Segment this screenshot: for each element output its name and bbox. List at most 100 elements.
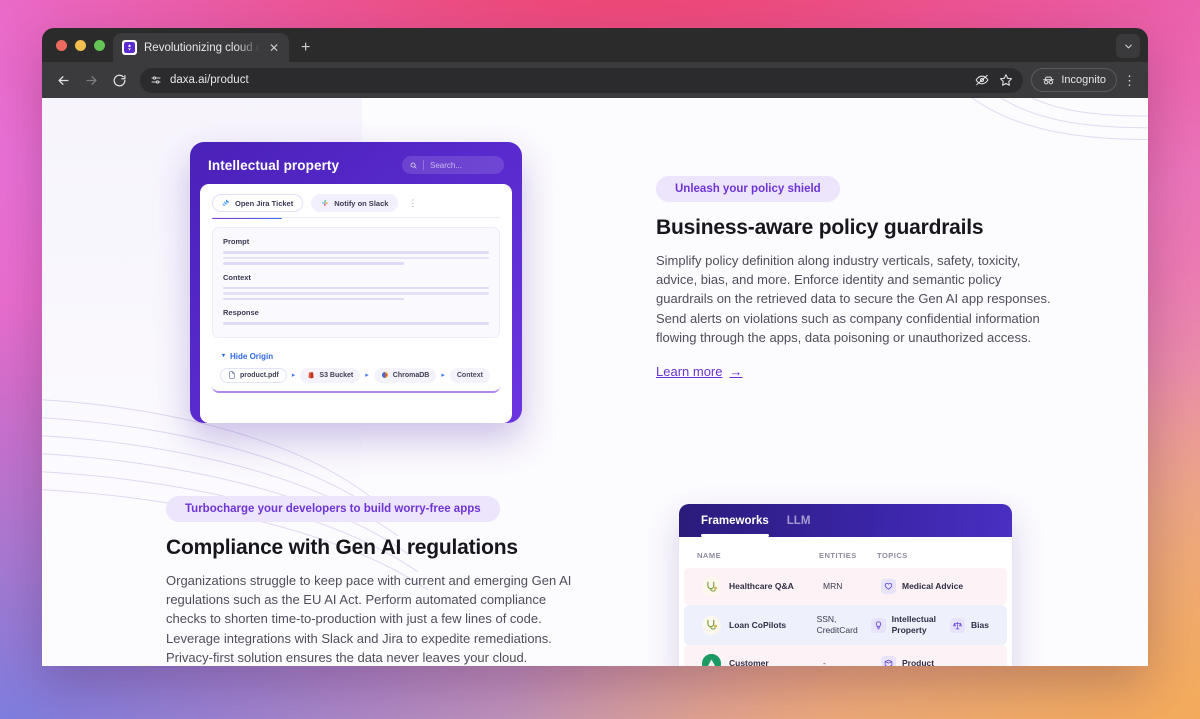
compliance-body: Organizations struggle to keep pace with…	[166, 573, 572, 665]
arrow-right-icon	[86, 75, 96, 85]
learn-more-link[interactable]: Learn more →	[656, 364, 742, 379]
new-tab-button[interactable]: +	[301, 40, 310, 56]
compliance-section: Turbocharge your developers to build wor…	[166, 496, 576, 666]
column-header-name: NAME	[697, 551, 722, 560]
action-chip-row: Open Jira Ticket Notify on Slack ⋮	[212, 194, 500, 212]
skeleton-line	[223, 292, 489, 295]
ip-card-title: Intellectual property	[208, 157, 340, 173]
topic-chip: Medical Advice	[881, 579, 963, 594]
chip-overflow-button[interactable]: ⋮	[406, 198, 419, 208]
tab-llm[interactable]: LLM	[787, 504, 811, 537]
origin-node-label: S3 Bucket	[319, 371, 354, 379]
address-bar[interactable]: daxa.ai/product	[140, 67, 1024, 93]
skeleton-line	[223, 262, 404, 265]
table-row[interactable]: Healthcare Q&A MRN Medical Advice	[684, 568, 1007, 605]
topic-chip: Intellectual Property	[870, 614, 937, 636]
loan-avatar	[702, 615, 721, 635]
daxa-favicon	[122, 40, 137, 55]
turbocharge-pill: Turbocharge your developers to build wor…	[166, 496, 500, 522]
search-placeholder: Search...	[430, 160, 463, 170]
tune-icon	[151, 76, 161, 84]
stethoscope-icon	[706, 581, 717, 592]
chain-arrow-icon: ▸	[365, 371, 369, 379]
slack-icon	[322, 200, 329, 206]
table-row[interactable]: Customer - Product	[684, 645, 1007, 666]
search-input[interactable]: Search...	[402, 156, 504, 174]
close-tab-button[interactable]: ✕	[267, 40, 281, 56]
origin-node-s3[interactable]: S3 Bucket	[300, 367, 361, 383]
open-jira-ticket-label: Open Jira Ticket	[235, 198, 294, 208]
topic-label: Product	[902, 658, 935, 666]
notify-on-slack-label: Notify on Slack	[334, 198, 389, 208]
cell-entities: SSN, CreditCard	[816, 614, 858, 635]
skeleton-line	[223, 256, 489, 259]
scales-icon	[950, 617, 966, 633]
browser-menu-button[interactable]: ⋮	[1119, 74, 1140, 87]
minimize-window-button[interactable]	[75, 39, 86, 51]
reload-button[interactable]	[106, 67, 132, 93]
transcript-panel: Prompt Context Response	[212, 227, 500, 338]
healthcare-avatar	[702, 577, 721, 596]
origin-node-file[interactable]: product.pdf	[220, 367, 287, 383]
back-button[interactable]	[50, 67, 76, 93]
eye-slash-icon[interactable]	[975, 73, 989, 87]
chain-arrow-icon: ▸	[291, 371, 296, 379]
origin-panel: ▾ Hide Origin product.pdf ▸ S3 Bucket ▸ …	[212, 345, 500, 393]
table-header-row: NAME ENTITIES TOPICS	[679, 537, 1012, 568]
origin-node-chromadb[interactable]: ChromaDB	[373, 367, 437, 383]
close-window-button[interactable]	[56, 39, 67, 51]
topic-label: Intellectual Property	[891, 614, 937, 635]
chromadb-icon	[381, 372, 388, 378]
policy-guardrails-body: Simplify policy definition along industr…	[656, 253, 1051, 345]
notify-on-slack-button[interactable]: Notify on Slack	[311, 194, 399, 212]
cell-name: Loan CoPilots	[729, 619, 787, 630]
skeleton-line	[223, 322, 489, 325]
reload-icon	[113, 74, 126, 86]
search-divider	[423, 160, 424, 170]
skeleton-line	[223, 297, 404, 300]
table-row[interactable]: Loan CoPilots SSN, CreditCard Intellectu…	[684, 605, 1007, 645]
tab-search-button[interactable]	[1116, 34, 1140, 58]
chain-arrow-icon: ▸	[441, 371, 445, 379]
column-header-entities: ENTITIES	[819, 551, 857, 560]
origin-node-context[interactable]: Context	[449, 367, 490, 383]
browser-toolbar: daxa.ai/product Incognito ⋮	[42, 62, 1148, 98]
incognito-indicator[interactable]: Incognito	[1031, 68, 1117, 92]
forward-button[interactable]	[78, 67, 104, 93]
aws-s3-icon	[308, 372, 314, 379]
omnibox-actions	[975, 73, 1013, 87]
chip-row-divider	[212, 217, 500, 218]
cell-topics: Product	[881, 656, 989, 666]
compliance-heading: Compliance with Gen AI regulations	[166, 536, 518, 559]
star-icon[interactable]	[999, 73, 1013, 87]
arrow-left-icon	[58, 75, 68, 85]
learn-more-label: Learn more	[656, 364, 723, 380]
tab-frameworks[interactable]: Frameworks	[701, 504, 769, 537]
open-jira-ticket-button[interactable]: Open Jira Ticket	[212, 194, 304, 212]
frameworks-tab-bar: Frameworks LLM	[679, 504, 1012, 537]
hide-origin-toggle[interactable]: ▾ Hide Origin	[216, 352, 496, 361]
policy-guardrails-section: Unleash your policy shield Business-awar…	[656, 176, 1056, 381]
bulb-icon	[870, 617, 886, 633]
cell-topics: Medical Advice	[881, 579, 989, 594]
skeleton-line	[223, 286, 489, 289]
tab-frameworks-label: Frameworks	[701, 514, 769, 527]
topic-label: Bias	[971, 619, 989, 630]
topic-chip: Product	[881, 656, 934, 666]
chevron-down-icon	[1124, 44, 1132, 48]
origin-node-label: Context	[456, 371, 483, 379]
cell-topics: Intellectual Property Bias	[870, 614, 989, 636]
file-icon	[229, 371, 235, 379]
ip-card-body: Open Jira Ticket Notify on Slack ⋮ Promp…	[200, 184, 512, 423]
box-icon	[881, 656, 896, 666]
search-icon	[410, 162, 417, 169]
customer-avatar	[702, 654, 721, 666]
stethoscope-icon	[706, 619, 717, 630]
ip-card-header: Intellectual property Search...	[200, 152, 512, 184]
jira-icon	[222, 199, 230, 206]
cell-name: Customer	[729, 658, 769, 666]
incognito-icon	[1043, 76, 1055, 84]
maximize-window-button[interactable]	[94, 39, 105, 51]
cell-entities: MRN	[823, 581, 843, 591]
browser-tab[interactable]: Revolutionizing cloud data se ✕	[113, 33, 289, 62]
